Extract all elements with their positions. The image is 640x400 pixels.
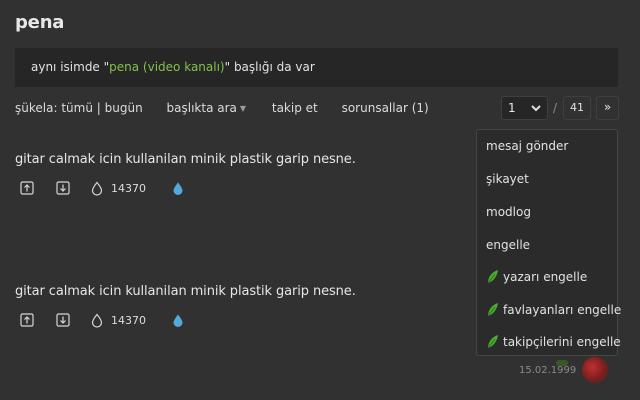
menu-item-block-author[interactable]: yazarı engelle: [486, 268, 587, 286]
page-title[interactable]: pena: [15, 12, 64, 33]
downvote-icon[interactable]: [56, 313, 72, 329]
favorite-count[interactable]: 14370: [111, 314, 146, 327]
leaf-icon: [486, 269, 499, 289]
entry: gitar calmak icin kullanilan minik plast…: [15, 284, 356, 328]
entry-actions: 14370: [15, 181, 215, 197]
sukela-today-link[interactable]: bugün: [105, 99, 143, 117]
downvote-icon[interactable]: [56, 181, 72, 197]
sorunsal-button[interactable]: sorunsallar (1): [342, 99, 429, 117]
menu-item-label: modlog: [486, 205, 531, 219]
last-page-button[interactable]: 41: [563, 96, 591, 120]
drop-icon[interactable]: [172, 181, 188, 197]
menu-item-label: takipçilerini engelle: [503, 335, 621, 349]
entry-date[interactable]: 15.02.1999: [519, 365, 576, 376]
follow-button[interactable]: takip et: [272, 99, 318, 117]
menu-item-report[interactable]: şikayet: [486, 170, 529, 188]
favorite-drop-icon[interactable]: [91, 313, 107, 329]
notice-suffix: " başlığı da var: [224, 60, 315, 74]
drop-icon[interactable]: [172, 313, 188, 329]
menu-item-label: engelle: [486, 238, 531, 252]
page-select[interactable]: 1: [501, 96, 548, 120]
upvote-icon[interactable]: [20, 313, 36, 329]
entry-content: gitar calmak icin kullanilan minik plast…: [15, 152, 356, 167]
next-page-button[interactable]: »: [596, 96, 619, 120]
pager-separator: /: [553, 101, 558, 115]
menu-item-block-favoriters[interactable]: favlayanları engelle: [486, 301, 621, 319]
sukela-separator: |: [96, 101, 101, 115]
menu-item-label: şikayet: [486, 172, 529, 186]
menu-item-send-message[interactable]: mesaj gönder: [486, 137, 568, 155]
favorite-drop-icon[interactable]: [91, 181, 107, 197]
notice-prefix: aynı isimde ": [31, 60, 110, 74]
caret-down-icon: ▼: [239, 104, 247, 113]
menu-item-block[interactable]: engelle: [486, 236, 530, 254]
notice-link[interactable]: pena (video kanalı): [109, 60, 224, 74]
avatar[interactable]: [582, 357, 608, 383]
sukela-all-link[interactable]: tümü: [61, 99, 93, 117]
menu-item-label: favlayanları engelle: [503, 303, 622, 317]
favorite-count[interactable]: 14370: [111, 182, 146, 195]
menu-item-label: mesaj gönder: [486, 139, 569, 153]
topic-toolbar: şükela: tümü | bugün başlıkta ara ▼ takip…: [15, 99, 429, 117]
entry: gitar calmak icin kullanilan minik plast…: [15, 152, 356, 196]
entry-options-menu: mesaj gönder şikayet modlog engelle yaza…: [476, 129, 621, 356]
menu-item-label: yazarı engelle: [503, 270, 588, 284]
sukela-group: şükela: tümü | bugün: [15, 99, 143, 117]
menu-item-block-followers[interactable]: takipçilerini engelle: [486, 333, 621, 351]
menu-item-modlog[interactable]: modlog: [486, 203, 531, 221]
search-in-topic-label: başlıkta ara: [166, 101, 237, 115]
chevron-down-icon: [531, 97, 541, 127]
sukela-label: şükela:: [15, 101, 58, 115]
entry-content: gitar calmak icin kullanilan minik plast…: [15, 284, 356, 299]
entry-actions: 14370: [15, 313, 215, 329]
upvote-icon[interactable]: [20, 181, 36, 197]
leaf-icon: [486, 302, 499, 322]
leaf-icon: [486, 334, 499, 354]
search-in-topic-button[interactable]: başlıkta ara ▼: [167, 99, 247, 118]
notice-bar: aynı isimde "pena (video kanalı)" başlığ…: [15, 48, 618, 87]
page-select-value: 1: [508, 101, 516, 115]
